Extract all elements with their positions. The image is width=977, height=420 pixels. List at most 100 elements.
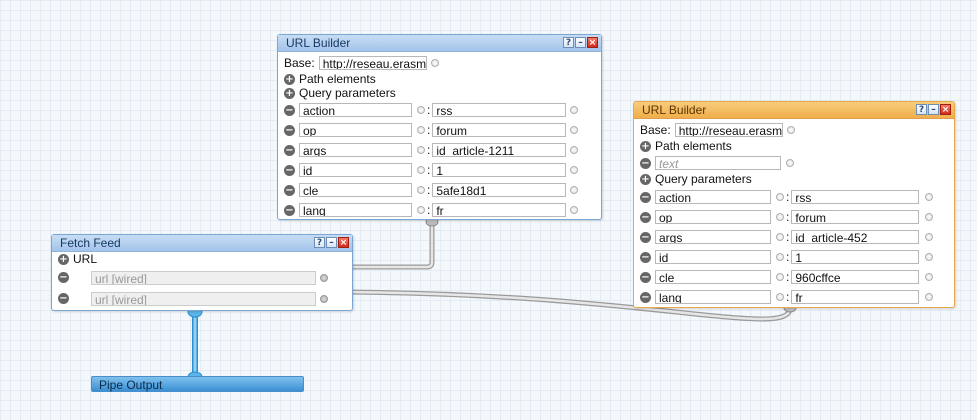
minimize-icon[interactable]: – [326, 237, 337, 248]
param-value-terminal[interactable] [925, 253, 934, 261]
param-value-terminal[interactable] [925, 293, 934, 301]
close-icon[interactable]: × [338, 237, 349, 248]
url-terminal[interactable] [320, 273, 328, 282]
param-value-terminal[interactable] [925, 273, 934, 281]
param-value-input[interactable]: 5afe18d1 [432, 183, 567, 197]
query-params-list: − action : rss − op : forum − args: id_… [284, 100, 595, 220]
url-input[interactable]: url [wired] [91, 270, 316, 285]
add-url-icon[interactable]: + [58, 254, 69, 265]
param-value-input[interactable]: 1 [432, 163, 567, 177]
param-key-input[interactable]: id [655, 250, 771, 264]
minimize-icon[interactable]: – [928, 104, 939, 115]
param-key-terminal[interactable] [417, 206, 425, 214]
param-key-input[interactable]: args [655, 230, 771, 244]
param-key-input[interactable]: op [299, 123, 412, 137]
fetch-feed-titlebar[interactable]: Fetch Feed ? – × [52, 235, 352, 252]
remove-param-icon[interactable]: − [284, 104, 295, 116]
param-key-terminal[interactable] [776, 273, 784, 281]
add-query-icon[interactable]: + [640, 174, 651, 185]
param-value-input[interactable]: forum [791, 210, 920, 224]
param-key-input[interactable]: cle [299, 183, 412, 197]
param-key-terminal[interactable] [776, 193, 784, 201]
param-value-input[interactable]: forum [432, 123, 567, 137]
param-value-terminal[interactable] [925, 233, 934, 241]
param-key-terminal[interactable] [417, 126, 425, 134]
remove-param-icon[interactable]: − [284, 144, 295, 156]
base-input[interactable]: http://reseau.erasm [318, 56, 427, 70]
remove-param-icon[interactable]: − [284, 184, 295, 196]
remove-param-icon[interactable]: − [640, 191, 651, 203]
param-value-input[interactable]: id_article-452 [791, 230, 920, 244]
path-element-terminal[interactable] [786, 159, 794, 167]
param-key-input[interactable]: action [655, 190, 771, 204]
remove-param-icon[interactable]: − [640, 231, 651, 243]
remove-param-icon[interactable]: − [284, 164, 295, 176]
param-key-terminal[interactable] [417, 186, 425, 194]
param-key-input[interactable]: cle [655, 270, 771, 284]
param-value-input[interactable]: rss [432, 103, 567, 117]
close-icon[interactable]: × [587, 37, 598, 48]
param-separator: : [786, 290, 790, 304]
fetch-feed-module[interactable]: Fetch Feed ? – × + URL − url [wired] − u… [51, 234, 353, 311]
param-key-terminal[interactable] [776, 293, 784, 301]
param-value-terminal[interactable] [570, 106, 579, 114]
base-terminal[interactable] [430, 59, 439, 67]
param-value-input[interactable]: id_article-1211 [432, 143, 567, 157]
param-key-input[interactable]: lang [299, 203, 412, 217]
param-value-terminal[interactable] [570, 186, 579, 194]
query-param-row: − args : id_article-452 [640, 227, 948, 247]
param-key-terminal[interactable] [417, 166, 425, 174]
base-input[interactable]: http://reseau.erasm [674, 123, 783, 137]
param-key-terminal[interactable] [776, 213, 784, 221]
module-title: Fetch Feed [60, 236, 121, 250]
help-icon[interactable]: ? [916, 104, 927, 115]
close-icon[interactable]: × [940, 104, 951, 115]
help-icon[interactable]: ? [314, 237, 325, 248]
param-key-terminal[interactable] [776, 253, 784, 261]
remove-url-icon[interactable]: − [58, 272, 69, 283]
param-value-input[interactable]: rss [791, 190, 920, 204]
param-value-input[interactable]: fr [432, 203, 567, 217]
remove-param-icon[interactable]: − [640, 271, 651, 283]
param-value-terminal[interactable] [570, 126, 579, 134]
minimize-icon[interactable]: – [575, 37, 586, 48]
param-value-terminal[interactable] [570, 206, 579, 214]
url-builder-2-titlebar[interactable]: URL Builder ? – × [634, 102, 954, 119]
remove-url-icon[interactable]: − [58, 293, 69, 304]
pipe-editor-canvas[interactable]: URL Builder ? – × Base: http://reseau.er… [0, 0, 977, 420]
param-key-input[interactable]: action [299, 103, 412, 117]
param-key-input[interactable]: op [655, 210, 771, 224]
query-param-row: − cle : 960cffce [640, 267, 948, 287]
param-key-terminal[interactable] [776, 233, 784, 241]
param-key-input[interactable]: id [299, 163, 412, 177]
remove-param-icon[interactable]: − [284, 204, 295, 216]
param-value-terminal[interactable] [925, 193, 934, 201]
url-builder-1-titlebar[interactable]: URL Builder ? – × [278, 35, 601, 52]
param-value-input[interactable]: 960cffce [791, 270, 920, 284]
param-value-input[interactable]: 1 [791, 250, 920, 264]
remove-param-icon[interactable]: − [284, 124, 295, 136]
url-builder-module-1[interactable]: URL Builder ? – × Base: http://reseau.er… [277, 34, 602, 220]
param-key-input[interactable]: lang [655, 290, 771, 304]
url-builder-module-2[interactable]: URL Builder ? – × Base: http://reseau.er… [633, 101, 955, 308]
url-terminal[interactable] [320, 294, 328, 303]
base-terminal[interactable] [786, 126, 795, 134]
param-value-terminal[interactable] [570, 146, 579, 154]
param-value-terminal[interactable] [570, 166, 579, 174]
remove-param-icon[interactable]: − [640, 291, 651, 303]
remove-param-icon[interactable]: − [640, 211, 651, 223]
path-element-input[interactable]: text [655, 156, 781, 170]
param-key-input[interactable]: args [299, 143, 412, 157]
param-key-terminal[interactable] [417, 106, 425, 114]
remove-path-icon[interactable]: − [640, 157, 651, 169]
remove-param-icon[interactable]: − [640, 251, 651, 263]
add-query-icon[interactable]: + [284, 87, 295, 99]
param-key-terminal[interactable] [417, 146, 425, 154]
param-value-input[interactable]: fr [791, 290, 920, 304]
param-value-terminal[interactable] [925, 213, 934, 221]
pipe-output-module[interactable]: Pipe Output [91, 376, 304, 392]
help-icon[interactable]: ? [563, 37, 574, 48]
add-path-icon[interactable]: + [284, 73, 295, 85]
add-path-icon[interactable]: + [640, 141, 651, 152]
url-input[interactable]: url [wired] [91, 291, 316, 306]
